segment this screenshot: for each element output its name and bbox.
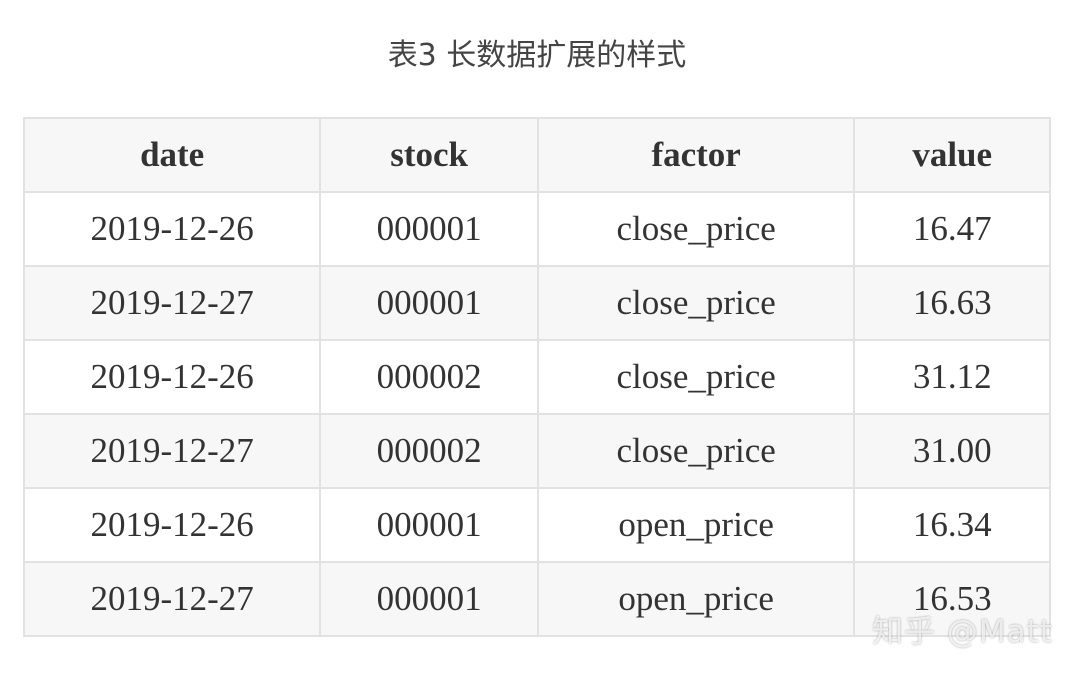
cell-stock: 000002 xyxy=(319,413,539,489)
long-data-table: date stock factor value 2019-12-26 00000… xyxy=(22,117,1051,637)
watermark: 知乎 @Matt xyxy=(872,614,1053,650)
table-row: 2019-12-27 000001 close_price 16.63 xyxy=(22,265,1051,341)
cell-stock: 000001 xyxy=(319,191,539,267)
cell-factor: open_price xyxy=(536,487,856,563)
column-header-stock: stock xyxy=(319,117,539,193)
cell-date: 2019-12-26 xyxy=(22,191,322,267)
cell-value: 16.47 xyxy=(853,191,1051,267)
cell-value: 31.00 xyxy=(853,413,1051,489)
cell-value: 31.12 xyxy=(853,339,1051,415)
table-row: 2019-12-27 000002 close_price 31.00 xyxy=(22,413,1051,489)
cell-date: 2019-12-27 xyxy=(22,561,322,637)
cell-factor: close_price xyxy=(536,339,856,415)
cell-factor: open_price xyxy=(536,561,856,637)
table-row: 2019-12-26 000001 close_price 16.47 xyxy=(22,191,1051,267)
column-header-factor: factor xyxy=(536,117,856,193)
cell-factor: close_price xyxy=(536,265,856,341)
cell-date: 2019-12-27 xyxy=(22,265,322,341)
column-header-date: date xyxy=(22,117,322,193)
cell-date: 2019-12-26 xyxy=(22,339,322,415)
column-header-value: value xyxy=(853,117,1051,193)
cell-factor: close_price xyxy=(536,191,856,267)
cell-stock: 000002 xyxy=(319,339,539,415)
cell-stock: 000001 xyxy=(319,561,539,637)
header-row: date stock factor value xyxy=(22,117,1051,193)
table-row: 2019-12-26 000002 close_price 31.12 xyxy=(22,339,1051,415)
cell-date: 2019-12-27 xyxy=(22,413,322,489)
cell-date: 2019-12-26 xyxy=(22,487,322,563)
table-row: 2019-12-26 000001 open_price 16.34 xyxy=(22,487,1051,563)
table-caption: 表3 长数据扩展的样式 xyxy=(387,38,687,73)
cell-factor: close_price xyxy=(536,413,856,489)
cell-value: 16.63 xyxy=(853,265,1051,341)
cell-stock: 000001 xyxy=(319,487,539,563)
cell-stock: 000001 xyxy=(319,265,539,341)
cell-value: 16.34 xyxy=(853,487,1051,563)
